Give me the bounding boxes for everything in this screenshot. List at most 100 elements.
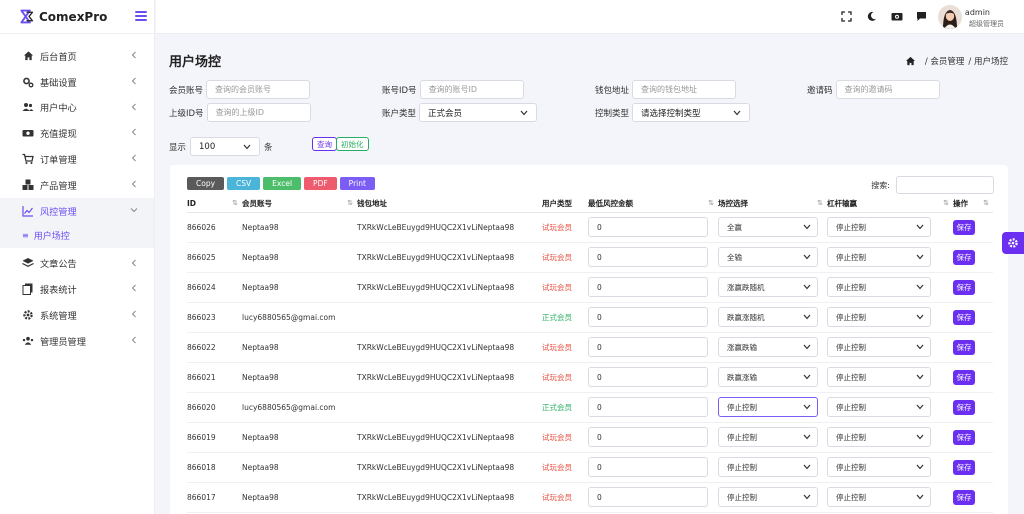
save-button[interactable]: 保存: [953, 369, 975, 385]
reset-button[interactable]: 初始化: [336, 137, 369, 151]
leverage-select[interactable]: 停止控制: [827, 337, 931, 357]
min-amount-input[interactable]: 0: [588, 367, 708, 387]
save-button[interactable]: 保存: [953, 459, 975, 475]
sidebar-item-products[interactable]: 产品管理: [0, 172, 154, 198]
dark-mode-icon[interactable]: [865, 10, 878, 23]
avatar[interactable]: [938, 5, 962, 29]
leverage-select[interactable]: 停止控制: [827, 247, 931, 267]
control-select[interactable]: 涨赢跌随机: [718, 277, 818, 297]
excel-button[interactable]: Excel: [263, 177, 302, 190]
user-name[interactable]: admin: [965, 8, 990, 17]
pdf-button[interactable]: PDF: [304, 177, 337, 190]
sidebar-item-risk-control[interactable]: 风控管理: [0, 197, 154, 224]
cell-min-amount: 0: [588, 422, 718, 453]
leverage-select[interactable]: 停止控制: [827, 427, 931, 447]
camera-icon[interactable]: [890, 10, 903, 23]
control-select[interactable]: 停止控制: [718, 487, 818, 507]
min-amount-input[interactable]: 0: [588, 247, 708, 267]
wallet-input[interactable]: 查询的钱包地址: [632, 80, 737, 99]
cell-action: 保存: [953, 392, 993, 423]
sidebar-item-admins[interactable]: 管理员管理: [0, 328, 154, 354]
sidebar-item-articles[interactable]: 文章公告: [0, 251, 154, 277]
member-account-input[interactable]: 查询的会员账号: [206, 80, 311, 99]
save-button[interactable]: 保存: [953, 399, 975, 415]
message-icon[interactable]: [915, 10, 928, 23]
save-button[interactable]: 保存: [953, 309, 975, 325]
min-amount-input[interactable]: 0: [588, 307, 708, 327]
menu-toggle-icon[interactable]: [135, 11, 147, 21]
sort-icon: ⇅: [347, 199, 353, 207]
column-header-account[interactable]: 会员账号 ⇅: [242, 196, 357, 213]
cell-id: 866020: [187, 392, 242, 423]
control-select[interactable]: 停止控制: [718, 427, 818, 447]
parent-id-input[interactable]: 查询的上级ID: [206, 103, 311, 122]
control-select[interactable]: 全输: [718, 247, 818, 267]
sidebar-subitem-user-control[interactable]: ≡ 用户场控: [0, 223, 154, 248]
cell-user-type: 正式会员: [542, 302, 588, 333]
leverage-select[interactable]: 停止控制: [827, 487, 931, 507]
leverage-select[interactable]: 停止控制: [827, 397, 931, 417]
brand[interactable]: ComexPro: [0, 0, 154, 34]
chevron-down-icon: [803, 344, 811, 350]
sidebar-item-home[interactable]: 后台首页: [0, 43, 154, 69]
brand-name: ComexPro: [39, 9, 108, 24]
save-button[interactable]: 保存: [953, 429, 975, 445]
csv-button[interactable]: CSV: [227, 177, 261, 190]
save-button[interactable]: 保存: [953, 249, 975, 265]
cell-leverage: 停止控制: [827, 302, 953, 333]
fullscreen-icon[interactable]: [840, 10, 853, 23]
select-value: 全赢: [727, 222, 742, 232]
control-select[interactable]: 全赢: [718, 217, 818, 237]
save-button[interactable]: 保存: [953, 339, 975, 355]
column-header-leverage[interactable]: 杠杆输赢 ⇅: [827, 196, 953, 213]
min-amount-input[interactable]: 0: [588, 487, 708, 507]
leverage-select[interactable]: 停止控制: [827, 457, 931, 477]
control-type-select[interactable]: 请选择控制类型: [632, 103, 751, 122]
sidebar-item-basic-settings[interactable]: 基础设置: [0, 69, 154, 95]
sidebar-item-orders[interactable]: 订单管理: [0, 146, 154, 172]
sidebar-item-label: 文章公告: [40, 259, 77, 271]
account-type-select[interactable]: 正式会员: [419, 103, 538, 122]
column-header-action[interactable]: 操作 ⇅: [953, 196, 993, 213]
control-select[interactable]: 跌赢涨输: [718, 367, 818, 387]
sidebar-item-reports[interactable]: 报表统计: [0, 276, 154, 302]
min-amount-input[interactable]: 0: [588, 337, 708, 357]
cell-user-type: 试玩会员: [542, 362, 588, 393]
min-amount-input[interactable]: 0: [588, 427, 708, 447]
save-button[interactable]: 保存: [953, 219, 975, 235]
cell-account: Neptaa98: [242, 272, 357, 303]
save-button[interactable]: 保存: [953, 279, 975, 295]
breadcrumb-item-member[interactable]: / 会员管理: [925, 55, 965, 67]
print-button[interactable]: Print: [339, 177, 375, 190]
control-select[interactable]: 停止控制: [718, 397, 818, 417]
settings-gear-button[interactable]: [1002, 232, 1024, 254]
min-amount-input[interactable]: 0: [588, 457, 708, 477]
query-button[interactable]: 查询: [312, 137, 337, 151]
invite-code-input[interactable]: 查询的邀请码: [835, 80, 940, 99]
control-select[interactable]: 跌赢涨随机: [718, 307, 818, 327]
leverage-select[interactable]: 停止控制: [827, 367, 931, 387]
column-header-min-amount[interactable]: 最低风控金额 ⇅: [588, 196, 718, 213]
save-button[interactable]: 保存: [953, 489, 975, 505]
table-search-input[interactable]: [896, 176, 994, 194]
min-amount-input[interactable]: 0: [588, 217, 708, 237]
min-amount-input[interactable]: 0: [588, 397, 708, 417]
sidebar-item-system[interactable]: 系统管理: [0, 302, 154, 328]
column-header-id[interactable]: ID ⇅: [187, 196, 242, 213]
page-size-select[interactable]: 100: [190, 137, 261, 156]
account-id-input[interactable]: 查询的账号ID: [419, 80, 524, 99]
column-header-control[interactable]: 场控选择 ⇅: [718, 196, 827, 213]
leverage-select[interactable]: 停止控制: [827, 277, 931, 297]
leverage-select[interactable]: 停止控制: [827, 307, 931, 327]
leverage-select[interactable]: 停止控制: [827, 217, 931, 237]
control-select[interactable]: 涨赢跌输: [718, 337, 818, 357]
min-amount-input[interactable]: 0: [588, 277, 708, 297]
copy-button[interactable]: Copy: [187, 177, 225, 190]
sidebar-item-user-center[interactable]: 用户中心: [0, 95, 154, 121]
control-select[interactable]: 停止控制: [718, 457, 818, 477]
cell-min-amount: 0: [588, 482, 718, 513]
chevron-down-icon: [803, 434, 811, 440]
sidebar-item-deposit-withdraw[interactable]: 充值提现: [0, 120, 154, 146]
home-icon[interactable]: [905, 56, 916, 66]
cell-id: 866017: [187, 482, 242, 513]
